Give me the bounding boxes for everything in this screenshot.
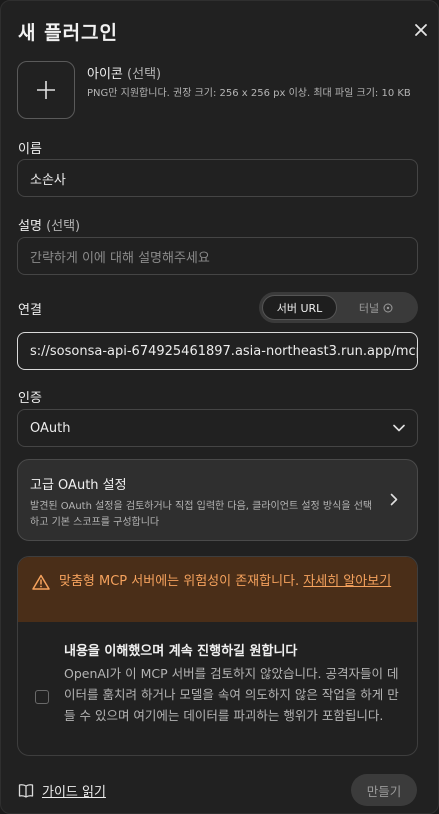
server-url-input[interactable]: s://sosonsa-api-674925461897.asia-northe… <box>17 332 418 370</box>
warning-icon <box>32 574 50 590</box>
close-icon[interactable] <box>411 20 431 40</box>
description-input[interactable]: 간략하게 이에 대해 설명해주세요 <box>17 237 418 275</box>
auth-label: 인증 <box>18 391 42 406</box>
advanced-oauth-title: 고급 OAuth 설정 <box>30 478 127 493</box>
icon-requirements-text: PNG만 지원합니다. 권장 크기: 256 x 256 px 이상. 최대 파… <box>87 88 411 99</box>
chevron-down-icon <box>393 424 405 432</box>
risk-warning-box: 맞춤형 MCP 서버에는 위험성이 존재합니다. 자세히 알아보기 내용을 이해… <box>17 556 418 756</box>
connection-type-toggle: 서버 URL 터널 <box>259 292 418 323</box>
advanced-oauth-settings-card[interactable]: 고급 OAuth 설정 발견된 OAuth 설정을 검토하거나 직접 입력한 다… <box>17 459 418 541</box>
server-url-option[interactable]: 서버 URL <box>262 295 337 320</box>
description-label-text: 설명 <box>18 219 42 234</box>
info-icon <box>383 303 393 312</box>
consent-section: 내용을 이해했으며 계속 진행하길 원합니다 OpenAI가 이 MCP 서버를… <box>18 622 417 755</box>
plus-icon <box>37 81 55 99</box>
icon-section-title: 아이콘 (선택) <box>87 63 161 82</box>
consent-body: OpenAI가 이 MCP 서버를 검토하지 않았습니다. 공격자들이 데이터를… <box>64 666 399 723</box>
consent-heading: 내용을 이해했으며 계속 진행하길 원합니다 <box>64 644 298 659</box>
icon-optional-text: (선택) <box>127 67 162 82</box>
book-icon <box>18 784 34 798</box>
read-guide-link[interactable]: 가이드 읽기 <box>18 781 106 800</box>
description-label: 설명 (선택) <box>18 215 80 234</box>
consent-checkbox[interactable] <box>35 690 49 704</box>
auth-select[interactable]: OAuth <box>17 409 418 447</box>
chevron-right-icon <box>390 493 398 506</box>
icon-title-text: 아이콘 <box>87 67 123 82</box>
dialog-title: 새 플러그인 <box>18 22 119 44</box>
risk-warning-message: 맞춤형 MCP 서버에는 위험성이 존재합니다. <box>59 574 300 589</box>
name-label: 이름 <box>18 142 42 157</box>
connection-label: 연결 <box>18 303 42 318</box>
learn-more-link[interactable]: 자세히 알아보기 <box>303 574 391 589</box>
server-url-value: s://sosonsa-api-674925461897.asia-northe… <box>30 343 418 359</box>
name-input-value: 소손사 <box>30 172 66 188</box>
new-plugin-dialog: 새 플러그인 아이콘 (선택) PNG만 지원합니다. 권장 크기: 256 x… <box>0 0 439 814</box>
advanced-oauth-description: 발견된 OAuth 설정을 검토하거나 직접 입력한 다음, 클라이언트 설정 … <box>30 501 373 528</box>
risk-warning-text: 맞춤형 MCP 서버에는 위험성이 존재합니다. 자세히 알아보기 <box>59 571 404 622</box>
auth-selected-value: OAuth <box>30 420 71 436</box>
description-optional-text: (선택) <box>46 219 81 234</box>
read-guide-text: 가이드 읽기 <box>42 785 106 800</box>
icon-upload-button[interactable] <box>17 61 75 119</box>
risk-warning-banner: 맞춤형 MCP 서버에는 위험성이 존재합니다. 자세히 알아보기 <box>18 557 417 622</box>
tunnel-option-label: 터널 <box>358 301 380 315</box>
name-input[interactable]: 소손사 <box>17 159 418 197</box>
description-placeholder: 간략하게 이에 대해 설명해주세요 <box>30 250 210 266</box>
create-button[interactable]: 만들기 <box>351 774 417 806</box>
tunnel-option[interactable]: 터널 <box>337 295 415 320</box>
